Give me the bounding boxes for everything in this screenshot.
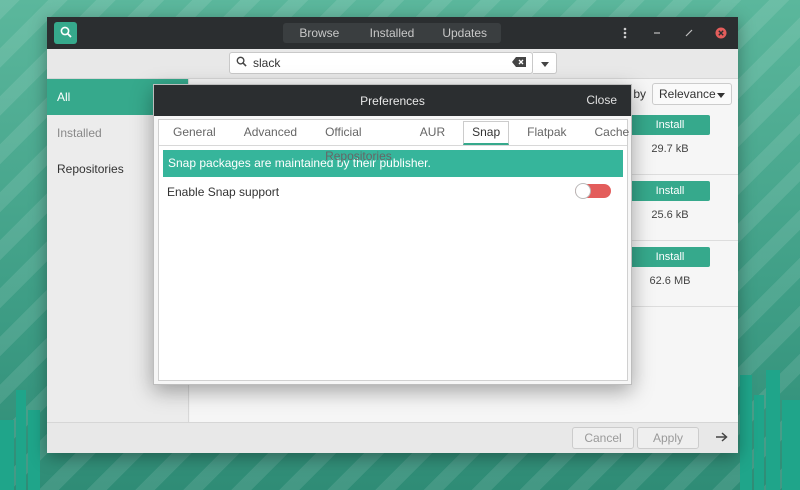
close-window-icon[interactable] [714,23,728,43]
package-size: 25.6 kB [651,209,689,221]
sort-label: by [633,87,646,101]
dialog-close-button[interactable]: Close [586,85,617,116]
tab-browse[interactable]: Browse [283,23,356,43]
preferences-tabs: General Advanced Official Repositories A… [159,120,629,163]
tab-snap[interactable]: Snap [463,121,510,145]
package-size: 62.6 MB [649,275,691,287]
preferences-dialog: Preferences Close General Advanced Offic… [153,84,632,385]
tab-general[interactable]: General [159,120,230,145]
bottom-bar: Cancel Apply [47,422,738,453]
view-switcher: Browse Installed Updates [283,23,501,43]
cancel-button[interactable]: Cancel [572,427,634,449]
tab-official-repositories[interactable]: Official Repositories [311,120,406,163]
search-toggle-button[interactable] [54,22,77,44]
minimize-icon[interactable] [650,23,664,43]
search-bar: slack [47,49,738,79]
tab-advanced[interactable]: Advanced [230,120,311,145]
maximize-icon[interactable] [682,23,696,43]
apply-button[interactable]: Apply [637,427,699,449]
chevron-down-icon [540,56,549,70]
install-button[interactable]: Install [630,181,710,201]
window-controls [618,23,728,43]
search-icon [236,56,247,70]
search-icon [60,26,72,41]
sort-value: Relevance [659,87,716,101]
toggle-knob [575,183,591,199]
arrow-right-icon[interactable] [716,430,728,445]
sort-control: by Relevance [633,83,732,105]
tab-cache[interactable]: Cache [581,120,644,145]
menu-kebab-icon[interactable] [618,23,632,43]
dialog-body: General Advanced Official Repositories A… [158,119,629,381]
sort-select[interactable]: Relevance [652,83,732,105]
tab-flatpak[interactable]: Flatpak [513,120,580,145]
tab-aur[interactable]: AUR [406,120,459,145]
snap-toggle-switch[interactable] [575,183,611,199]
snap-setting-row: Enable Snap support [159,179,627,207]
titlebar: Browse Installed Updates [47,17,738,49]
install-button[interactable]: Install [630,247,710,267]
dialog-title: Preferences [360,93,425,108]
clear-text-icon[interactable] [512,56,526,70]
search-input[interactable]: slack [229,52,533,74]
tab-installed[interactable]: Installed [356,23,429,43]
search-text: slack [253,56,281,70]
list-item: Install 25.6 kB [618,175,738,241]
chevron-down-icon [717,87,725,101]
info-banner: Snap packages are maintained by their pu… [163,150,623,177]
tab-updates[interactable]: Updates [428,23,501,43]
search-options-dropdown[interactable] [533,52,557,74]
dialog-titlebar: Preferences Close [154,85,631,116]
snap-setting-label: Enable Snap support [167,185,280,199]
list-item: Install 62.6 MB [618,241,738,307]
